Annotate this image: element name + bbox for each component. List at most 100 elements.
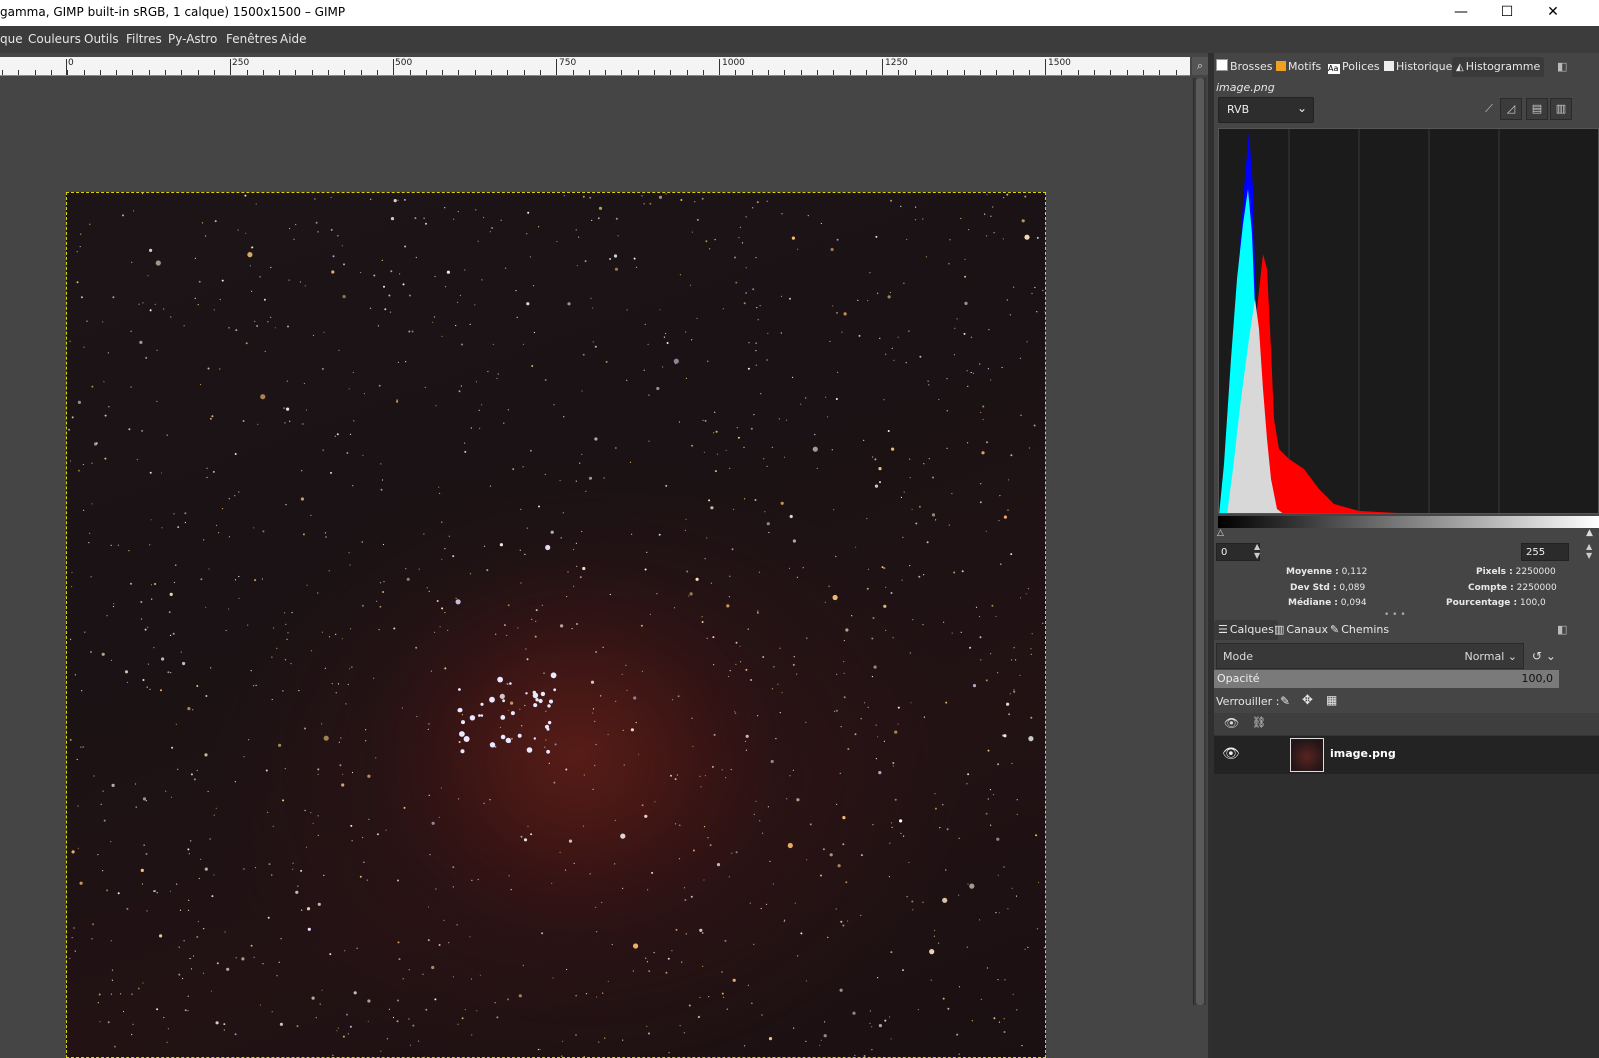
layers-header: 👁 ⛓ (1214, 713, 1599, 736)
star (603, 477, 605, 479)
star (444, 286, 447, 288)
star (966, 946, 968, 948)
menu-aide[interactable]: Aide (280, 32, 307, 46)
zoom-icon[interactable]: ⌕ (1192, 57, 1208, 75)
reset-mode-icon[interactable]: ↺ ⌄ (1532, 649, 1556, 663)
image-canvas[interactable] (66, 192, 1046, 1058)
star (317, 815, 319, 817)
tab-calques[interactable]: ☰ Calques (1214, 620, 1278, 640)
lock-pixels-icon[interactable]: ✎ (1280, 694, 1290, 708)
star (397, 199, 399, 201)
menu-image[interactable]: que (0, 32, 23, 46)
histogram-gradient-bar[interactable] (1218, 516, 1599, 528)
vertical-scrollbar[interactable] (1193, 78, 1206, 1005)
star (1000, 563, 1002, 565)
menu-fenetres[interactable]: Fenêtres (226, 32, 278, 46)
star (561, 1055, 563, 1057)
star (256, 325, 259, 327)
histogram-graph[interactable] (1218, 128, 1599, 514)
star (922, 624, 924, 626)
star (760, 393, 762, 395)
star (780, 332, 782, 334)
star (405, 361, 407, 363)
tab-histogramme[interactable]: ◭ Histogramme (1452, 57, 1545, 77)
menu-py-astro[interactable]: Py-Astro (168, 32, 217, 46)
star (692, 745, 694, 748)
star (411, 330, 414, 333)
tab-historique[interactable]: Historique (1384, 57, 1452, 77)
close-button[interactable]: ✕ (1530, 0, 1576, 26)
star (571, 628, 573, 630)
star (653, 952, 655, 954)
separate-channels-button[interactable]: ▥ (1550, 98, 1572, 120)
star (503, 624, 506, 627)
menu-couleurs[interactable]: Couleurs (28, 32, 81, 46)
star (609, 593, 611, 596)
layers-list[interactable] (1214, 774, 1599, 1058)
scrollbar-thumb[interactable] (1196, 78, 1204, 1005)
minimize-button[interactable]: — (1438, 0, 1484, 26)
star (1042, 289, 1044, 292)
spin-arrows-icon[interactable]: ▲ ▼ (1586, 542, 1592, 560)
range-min-handle[interactable]: △ (1217, 528, 1224, 538)
cluster-star (502, 699, 505, 703)
lock-alpha-icon[interactable]: ▦ (1326, 693, 1337, 707)
star (771, 688, 774, 690)
star (978, 615, 981, 618)
star (824, 601, 826, 603)
star (863, 1055, 866, 1057)
linear-histogram-button[interactable]: ⟋ (1478, 98, 1500, 120)
maximize-button[interactable]: ☐ (1484, 0, 1530, 26)
channel-select[interactable]: RVB ⌄ (1218, 97, 1314, 123)
eye-icon[interactable]: 👁 (1222, 746, 1240, 762)
star (892, 765, 895, 767)
opacity-value: 100,0 (1521, 672, 1554, 685)
layer-mode-select[interactable]: Mode Normal ⌄ (1216, 643, 1524, 669)
stat-label: Médiane : (1288, 598, 1338, 608)
range-max-handle[interactable]: ▲ (1586, 528, 1593, 538)
star (429, 854, 431, 856)
dock-menu-icon[interactable]: ◧ (1557, 57, 1567, 77)
rgb-overlay-button[interactable]: ▤ (1526, 98, 1548, 120)
tab-brosses[interactable]: Brosses (1216, 57, 1273, 77)
paths-icon: ✎ (1330, 623, 1340, 636)
star (396, 1020, 399, 1023)
stat-value: 2250000 (1515, 567, 1556, 577)
layer-row[interactable]: 👁 image.png (1214, 736, 1599, 774)
star (592, 712, 594, 714)
tab-canaux[interactable]: ▥ Canaux (1274, 620, 1328, 640)
linear-histogram-icon[interactable]: ◿ (1500, 98, 1522, 120)
star (956, 1033, 959, 1036)
horizontal-ruler[interactable]: 0 250 500 750 1000 1250 1500 (0, 57, 1190, 76)
star (80, 296, 83, 299)
star (141, 618, 143, 620)
star (783, 920, 785, 923)
star (843, 639, 846, 642)
tab-chemins[interactable]: ✎ Chemins (1330, 620, 1389, 640)
star (890, 592, 893, 594)
star (834, 710, 836, 712)
star (250, 247, 252, 249)
tab-polices[interactable]: Aa Polices (1328, 57, 1380, 77)
lock-position-icon[interactable]: ✥ (1302, 693, 1313, 708)
star (714, 239, 716, 241)
dock-menu-icon[interactable]: ◧ (1557, 620, 1567, 640)
star (1036, 311, 1038, 313)
star (529, 449, 532, 452)
star (888, 876, 891, 878)
range-max-input[interactable]: 255 (1521, 543, 1569, 561)
star (929, 949, 935, 955)
tab-motifs[interactable]: Motifs (1276, 57, 1321, 77)
star (434, 631, 436, 633)
star (563, 195, 565, 197)
star (975, 606, 978, 608)
menu-outils[interactable]: Outils (84, 32, 119, 46)
star (89, 223, 91, 225)
opacity-slider[interactable]: Opacité 100,0 (1214, 670, 1559, 688)
star (423, 217, 425, 219)
star (943, 621, 945, 623)
spin-arrows-icon[interactable]: ▲ ▼ (1254, 542, 1260, 560)
menu-filtres[interactable]: Filtres (126, 32, 162, 46)
star (271, 698, 273, 701)
star (692, 849, 695, 852)
